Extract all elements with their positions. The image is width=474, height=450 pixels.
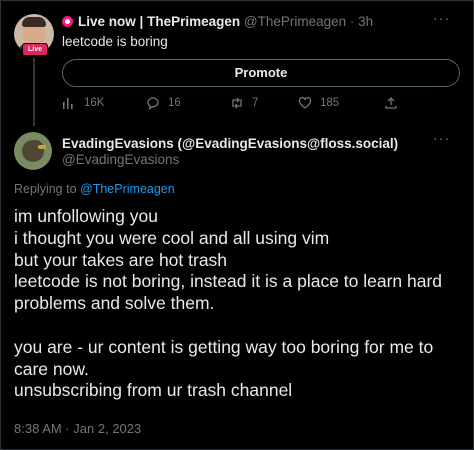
views-action[interactable]: 16K: [62, 96, 104, 110]
retweet-icon: [232, 97, 242, 109]
more-options-icon[interactable]: ···: [433, 10, 450, 26]
tweet1-header: Live now | ThePrimeagen @ThePrimeagen · …: [62, 14, 373, 29]
name-separator: |: [139, 14, 144, 29]
reply-author-handle[interactable]: @EvadingEvasions: [62, 152, 179, 167]
heart-icon: [298, 96, 312, 109]
bar-chart-icon: [63, 98, 73, 109]
share-icon: [385, 97, 397, 109]
views-count: 16K: [84, 97, 105, 109]
tweet1-text: leetcode is boring: [62, 34, 168, 49]
avatar-bird: [22, 140, 44, 162]
author-handle[interactable]: @ThePrimeagen: [244, 14, 346, 29]
thread-line: [33, 58, 35, 126]
like-count: 185: [320, 97, 340, 109]
live-badge: Live: [22, 43, 48, 56]
reply-timestamp[interactable]: 8:38 AM · Jan 2, 2023: [14, 421, 141, 436]
reply-more-options-icon[interactable]: ···: [433, 130, 450, 146]
reply-action[interactable]: 16: [146, 96, 181, 110]
reply-body-text: im unfollowing you i thought you were co…: [14, 206, 443, 401]
avatar-hair: [22, 17, 46, 27]
live-indicator-icon: [62, 16, 73, 27]
reply-icon: [147, 97, 159, 110]
author-name[interactable]: ThePrimeagen: [147, 14, 240, 29]
tweet-time[interactable]: · 3h: [350, 14, 373, 29]
like-action[interactable]: 185: [298, 96, 339, 110]
reply-count: 16: [168, 97, 181, 109]
reply-author-name[interactable]: EvadingEvasions (@EvadingEvasions@floss.…: [62, 136, 398, 151]
retweet-action[interactable]: 7: [230, 96, 258, 110]
reply-author-avatar[interactable]: [14, 132, 52, 170]
replying-to-label: Replying to: [14, 182, 77, 196]
promote-button[interactable]: Promote: [62, 59, 460, 87]
live-now-label[interactable]: Live now: [78, 14, 136, 29]
replying-to-handle-link[interactable]: @ThePrimeagen: [80, 182, 175, 196]
retweet-count: 7: [252, 97, 259, 109]
avatar-bird-beak: [38, 145, 46, 149]
share-action[interactable]: [384, 96, 398, 110]
replying-to-line: Replying to @ThePrimeagen: [14, 182, 175, 196]
tweet-actions: 16K 16 7 185: [62, 96, 462, 112]
